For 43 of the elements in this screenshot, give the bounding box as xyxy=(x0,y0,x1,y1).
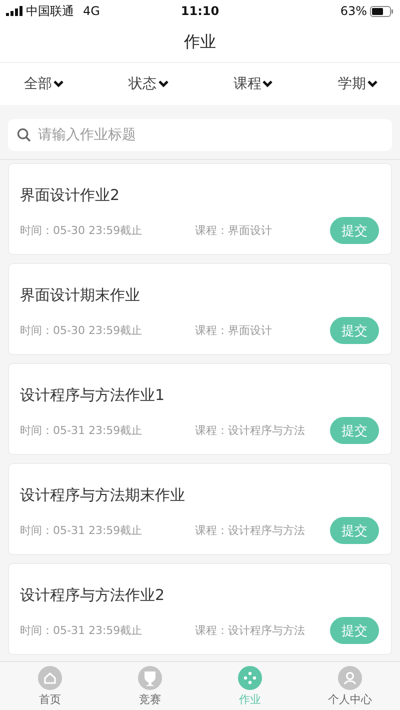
chevron-down-icon xyxy=(158,80,169,88)
assignment-title: 设计程序与方法作业1 xyxy=(20,386,166,405)
home-icon xyxy=(38,666,62,690)
dots-icon xyxy=(238,666,262,690)
course-text: 课程：界面设计 xyxy=(195,323,272,338)
deadline-text: 时间：05-31 23:59截止 xyxy=(20,523,144,538)
page-title: 作业 xyxy=(0,22,400,63)
tab-item[interactable]: 竞赛 xyxy=(100,662,200,710)
battery-percent: 63% xyxy=(340,4,367,18)
chevron-down-icon xyxy=(53,80,64,88)
person-icon xyxy=(338,666,362,690)
assignment-card[interactable]: 界面设计作业2 时间：05-30 23:59截止 课程：界面设计 提交 xyxy=(8,163,392,255)
tab-item[interactable]: 个人中心 xyxy=(300,662,400,710)
assignment-title: 设计程序与方法期末作业 xyxy=(20,486,186,505)
assignment-title: 设计程序与方法作业2 xyxy=(20,586,166,605)
course-text: 课程：设计程序与方法 xyxy=(195,623,305,638)
carrier-name: 中国联通 xyxy=(26,2,74,20)
search-field[interactable]: 请输入作业标题 xyxy=(8,119,392,151)
filter-dropdown[interactable]: 状态 xyxy=(128,75,169,93)
filter-dropdown[interactable]: 全部 xyxy=(24,75,64,93)
filter-dropdown[interactable]: 学期 xyxy=(338,75,378,93)
deadline-text: 时间：05-30 23:59截止 xyxy=(20,323,144,338)
chevron-down-icon xyxy=(366,80,378,88)
deadline-text: 时间：05-31 23:59截止 xyxy=(20,423,144,438)
assignment-card[interactable]: 设计程序与方法作业1 时间：05-31 23:59截止 课程：设计程序与方法 提交 xyxy=(8,363,392,455)
course-text: 课程：设计程序与方法 xyxy=(195,523,305,538)
assignment-card[interactable]: 设计程序与方法期末作业 时间：05-31 23:59截止 课程：设计程序与方法 提交 xyxy=(8,463,392,555)
assignment-card[interactable]: 界面设计期末作业 时间：05-30 23:59截止 课程：界面设计 提交 xyxy=(8,263,392,355)
trophy-icon xyxy=(138,666,162,690)
course-text: 课程：界面设计 xyxy=(195,223,272,238)
filter-dropdown[interactable]: 课程 xyxy=(233,75,274,93)
assignment-card[interactable]: 设计程序与方法作业2 时间：05-31 23:59截止 课程：设计程序与方法 提交 xyxy=(8,563,392,655)
battery-icon xyxy=(370,6,394,16)
clock-time: 11:10 xyxy=(180,4,220,18)
assignment-title: 界面设计作业2 xyxy=(20,186,121,205)
course-text: 课程：设计程序与方法 xyxy=(195,423,305,438)
assignment-title: 界面设计期末作业 xyxy=(20,286,141,305)
network-type: 4G xyxy=(83,4,100,18)
deadline-text: 时间：05-30 23:59截止 xyxy=(20,223,144,238)
tab-item[interactable]: 首页 xyxy=(0,662,100,710)
chevron-down-icon xyxy=(262,80,274,88)
signal-icon xyxy=(6,6,23,16)
deadline-text: 时间：05-31 23:59截止 xyxy=(20,623,144,638)
